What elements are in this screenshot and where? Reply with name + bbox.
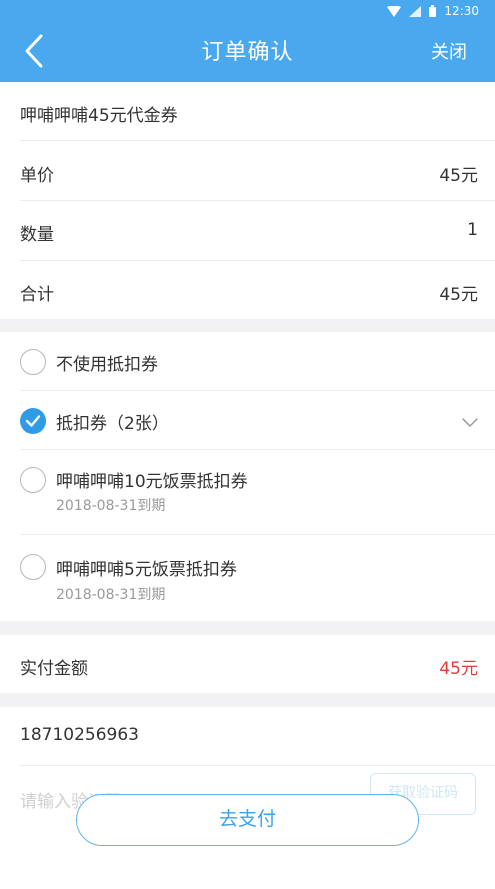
coupon-group-option[interactable]: 抵扣券（2张）	[0, 391, 495, 449]
quantity-row: 数量 1	[0, 201, 495, 260]
coupon-item[interactable]: 呷哺呷哺5元饭票抵扣券 2018-08-31到期	[0, 535, 495, 621]
actual-payment-value: 45元	[439, 659, 478, 679]
total-value: 45元	[439, 285, 478, 305]
product-name: 呷哺呷哺45元代金券	[20, 106, 178, 126]
total-label: 合计	[20, 285, 54, 305]
coupon-group-label: 抵扣券（2张）	[56, 414, 169, 434]
close-button[interactable]: 关闭	[431, 24, 467, 82]
coupon-item[interactable]: 呷哺呷哺10元饭票抵扣券 2018-08-31到期	[0, 450, 495, 534]
signal-icon	[409, 5, 422, 17]
coupon-title: 呷哺呷哺5元饭票抵扣券	[56, 560, 237, 580]
page-title: 订单确认	[201, 40, 294, 65]
status-icons: 12:30	[387, 4, 479, 18]
section-gap	[0, 693, 495, 707]
wifi-icon	[387, 5, 402, 17]
battery-icon	[429, 5, 437, 17]
actual-payment-row: 实付金额 45元	[0, 635, 495, 693]
radio-unchecked-icon[interactable]	[20, 467, 46, 493]
navigation-bar: 订单确认 关闭	[0, 24, 495, 82]
status-bar: 12:30	[0, 0, 495, 24]
section-gap	[0, 621, 495, 635]
no-coupon-option[interactable]: 不使用抵扣券	[0, 332, 495, 390]
unit-price-value: 45元	[439, 166, 478, 186]
no-coupon-label: 不使用抵扣券	[56, 355, 158, 375]
coupon-expiry: 2018-08-31到期	[56, 498, 166, 514]
phone-row[interactable]: 18710256963	[0, 707, 495, 765]
section-gap	[0, 319, 495, 332]
unit-price-label: 单价	[20, 166, 54, 186]
coupon-title: 呷哺呷哺10元饭票抵扣券	[56, 472, 248, 492]
total-row: 合计 45元	[0, 261, 495, 319]
pay-button[interactable]: 去支付	[76, 794, 419, 846]
radio-unchecked-icon[interactable]	[20, 554, 46, 580]
quantity-value: 1	[467, 220, 478, 240]
unit-price-row: 单价 45元	[0, 141, 495, 200]
actual-payment-label: 实付金额	[20, 659, 88, 679]
coupon-expiry: 2018-08-31到期	[56, 587, 166, 603]
status-time: 12:30	[444, 4, 479, 18]
radio-checked-icon[interactable]	[20, 408, 46, 434]
radio-unchecked-icon[interactable]	[20, 349, 46, 375]
divider	[20, 765, 495, 766]
chevron-down-icon[interactable]	[462, 413, 478, 432]
phone-field[interactable]: 18710256963	[20, 725, 139, 745]
product-row: 呷哺呷哺45元代金券	[0, 82, 495, 140]
quantity-label: 数量	[20, 225, 54, 245]
